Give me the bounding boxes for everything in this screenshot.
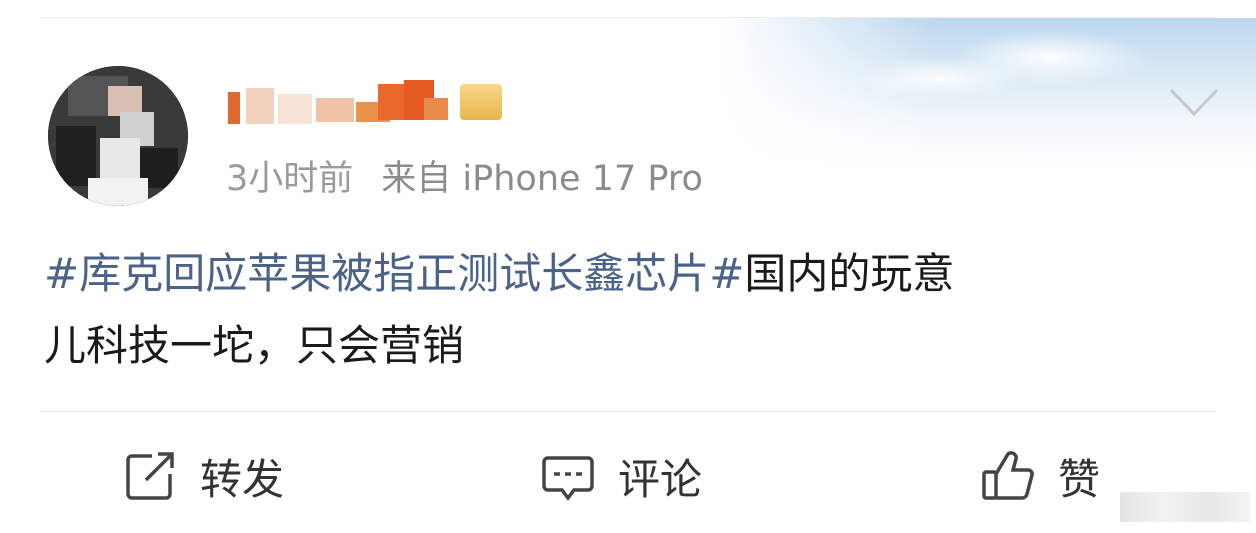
like-label: 赞 xyxy=(1058,454,1101,504)
comment-bubble-icon xyxy=(542,456,594,501)
post-text-line2: 儿科技一坨，只会营销 xyxy=(44,321,465,370)
post-text-line1: 国内的玩意 xyxy=(744,249,955,298)
avatar[interactable] xyxy=(48,66,188,206)
action-divider xyxy=(40,411,1216,412)
repost-label: 转发 xyxy=(200,454,285,504)
repost-button[interactable]: 转发 xyxy=(122,440,284,512)
post-time: 3小时前 xyxy=(226,159,354,199)
like-button[interactable]: 赞 xyxy=(980,440,1100,512)
vip-badge xyxy=(460,84,502,120)
edit-share-icon xyxy=(126,452,174,500)
comment-label: 评论 xyxy=(618,454,703,504)
thumbs-up-icon xyxy=(982,451,1034,500)
chevron-down-icon[interactable] xyxy=(1168,86,1220,118)
post-content: #库克回应苹果被指正测试长鑫芯片#国内的玩意 儿科技一坨，只会营销 xyxy=(44,238,1224,382)
post-meta: 3小时前 来自 iPhone 17 Pro xyxy=(226,150,703,201)
redacted-overlay xyxy=(1120,492,1250,522)
hashtag-link[interactable]: #库克回应苹果被指正测试长鑫芯片# xyxy=(44,249,744,298)
post-source[interactable]: 来自 iPhone 17 Pro xyxy=(381,159,703,199)
comment-button[interactable]: 评论 xyxy=(540,440,702,512)
